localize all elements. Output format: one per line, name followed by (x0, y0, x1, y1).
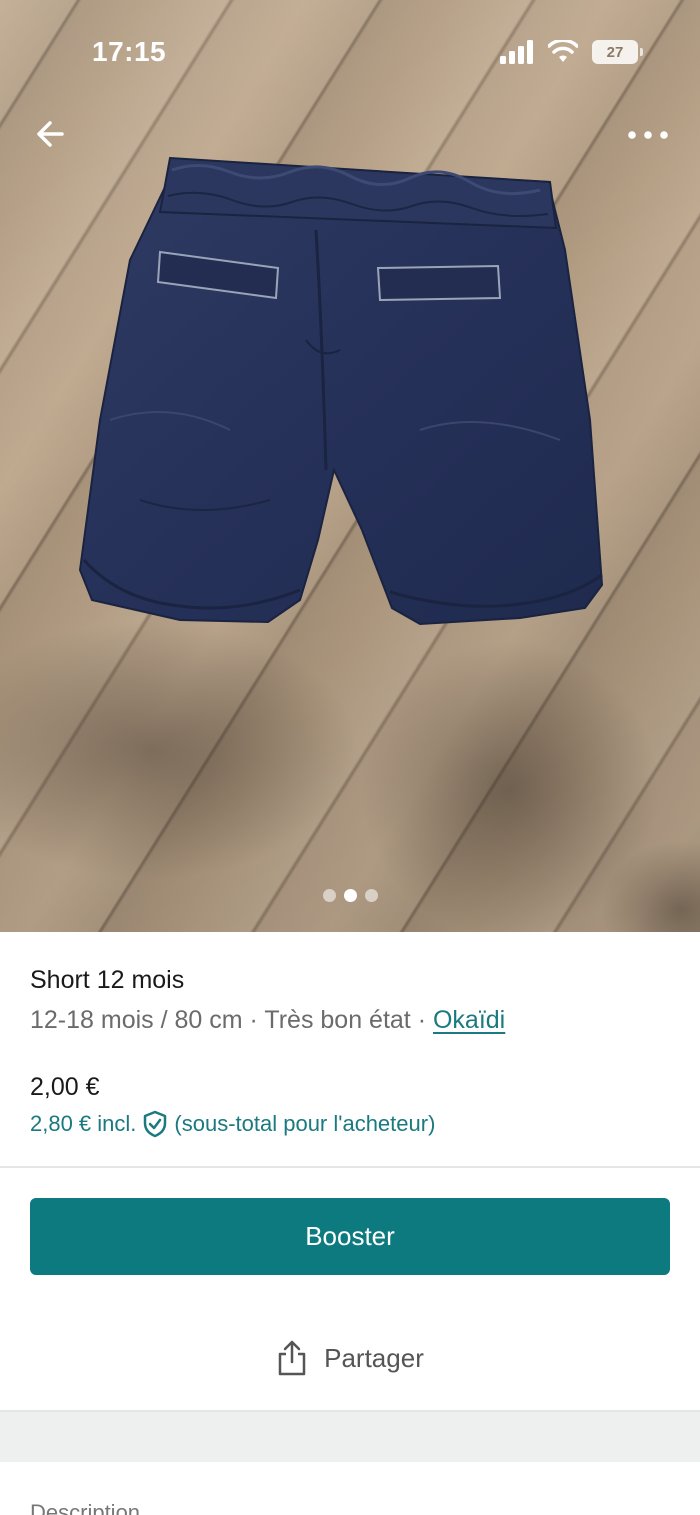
meta-separator: · (249, 1006, 258, 1034)
divider (0, 1166, 700, 1168)
price-incl-amount: 2,80 € incl. (30, 1111, 137, 1136)
status-time: 17:15 (92, 36, 167, 67)
shield-check-icon (144, 1110, 167, 1138)
item-size: 12-18 mois / 80 cm (30, 1006, 243, 1034)
share-icon (278, 1340, 306, 1376)
pagination-dot[interactable] (322, 889, 336, 902)
share-label: Partager (324, 1342, 424, 1373)
price-incl-protection[interactable]: 2,80 € incl. (sous-total pour l'acheteur… (30, 1110, 435, 1138)
section-separator (0, 1410, 700, 1462)
signal-icon (500, 40, 533, 64)
pagination-dot-active[interactable] (343, 889, 357, 902)
item-condition: Très bon état (264, 1006, 411, 1034)
status-icons: 27 (500, 40, 643, 64)
status-bar: 17:15 27 (0, 0, 700, 100)
pagination-dot[interactable] (364, 889, 378, 902)
shorts-image (78, 156, 604, 626)
item-brand-link[interactable]: Okaïdi (433, 1006, 505, 1034)
gallery-pagination (0, 889, 700, 902)
item-meta: 12-18 mois / 80 cm · Très bon état · Oka… (30, 1006, 505, 1035)
battery-icon: 27 (592, 40, 643, 64)
price-incl-note: (sous-total pour l'acheteur) (174, 1111, 436, 1136)
share-button[interactable]: Partager (0, 1322, 700, 1394)
item-title: Short 12 mois (30, 966, 185, 994)
item-photo[interactable]: 17:15 27 (0, 0, 700, 932)
meta-separator: · (417, 1006, 427, 1034)
item-price: 2,00 € (30, 1073, 100, 1101)
arrow-left-icon[interactable] (30, 112, 74, 156)
description-heading: Description (30, 1500, 141, 1515)
more-horizontal-icon[interactable] (624, 118, 672, 152)
booster-button[interactable]: Booster (30, 1198, 670, 1275)
wifi-icon (548, 40, 578, 62)
